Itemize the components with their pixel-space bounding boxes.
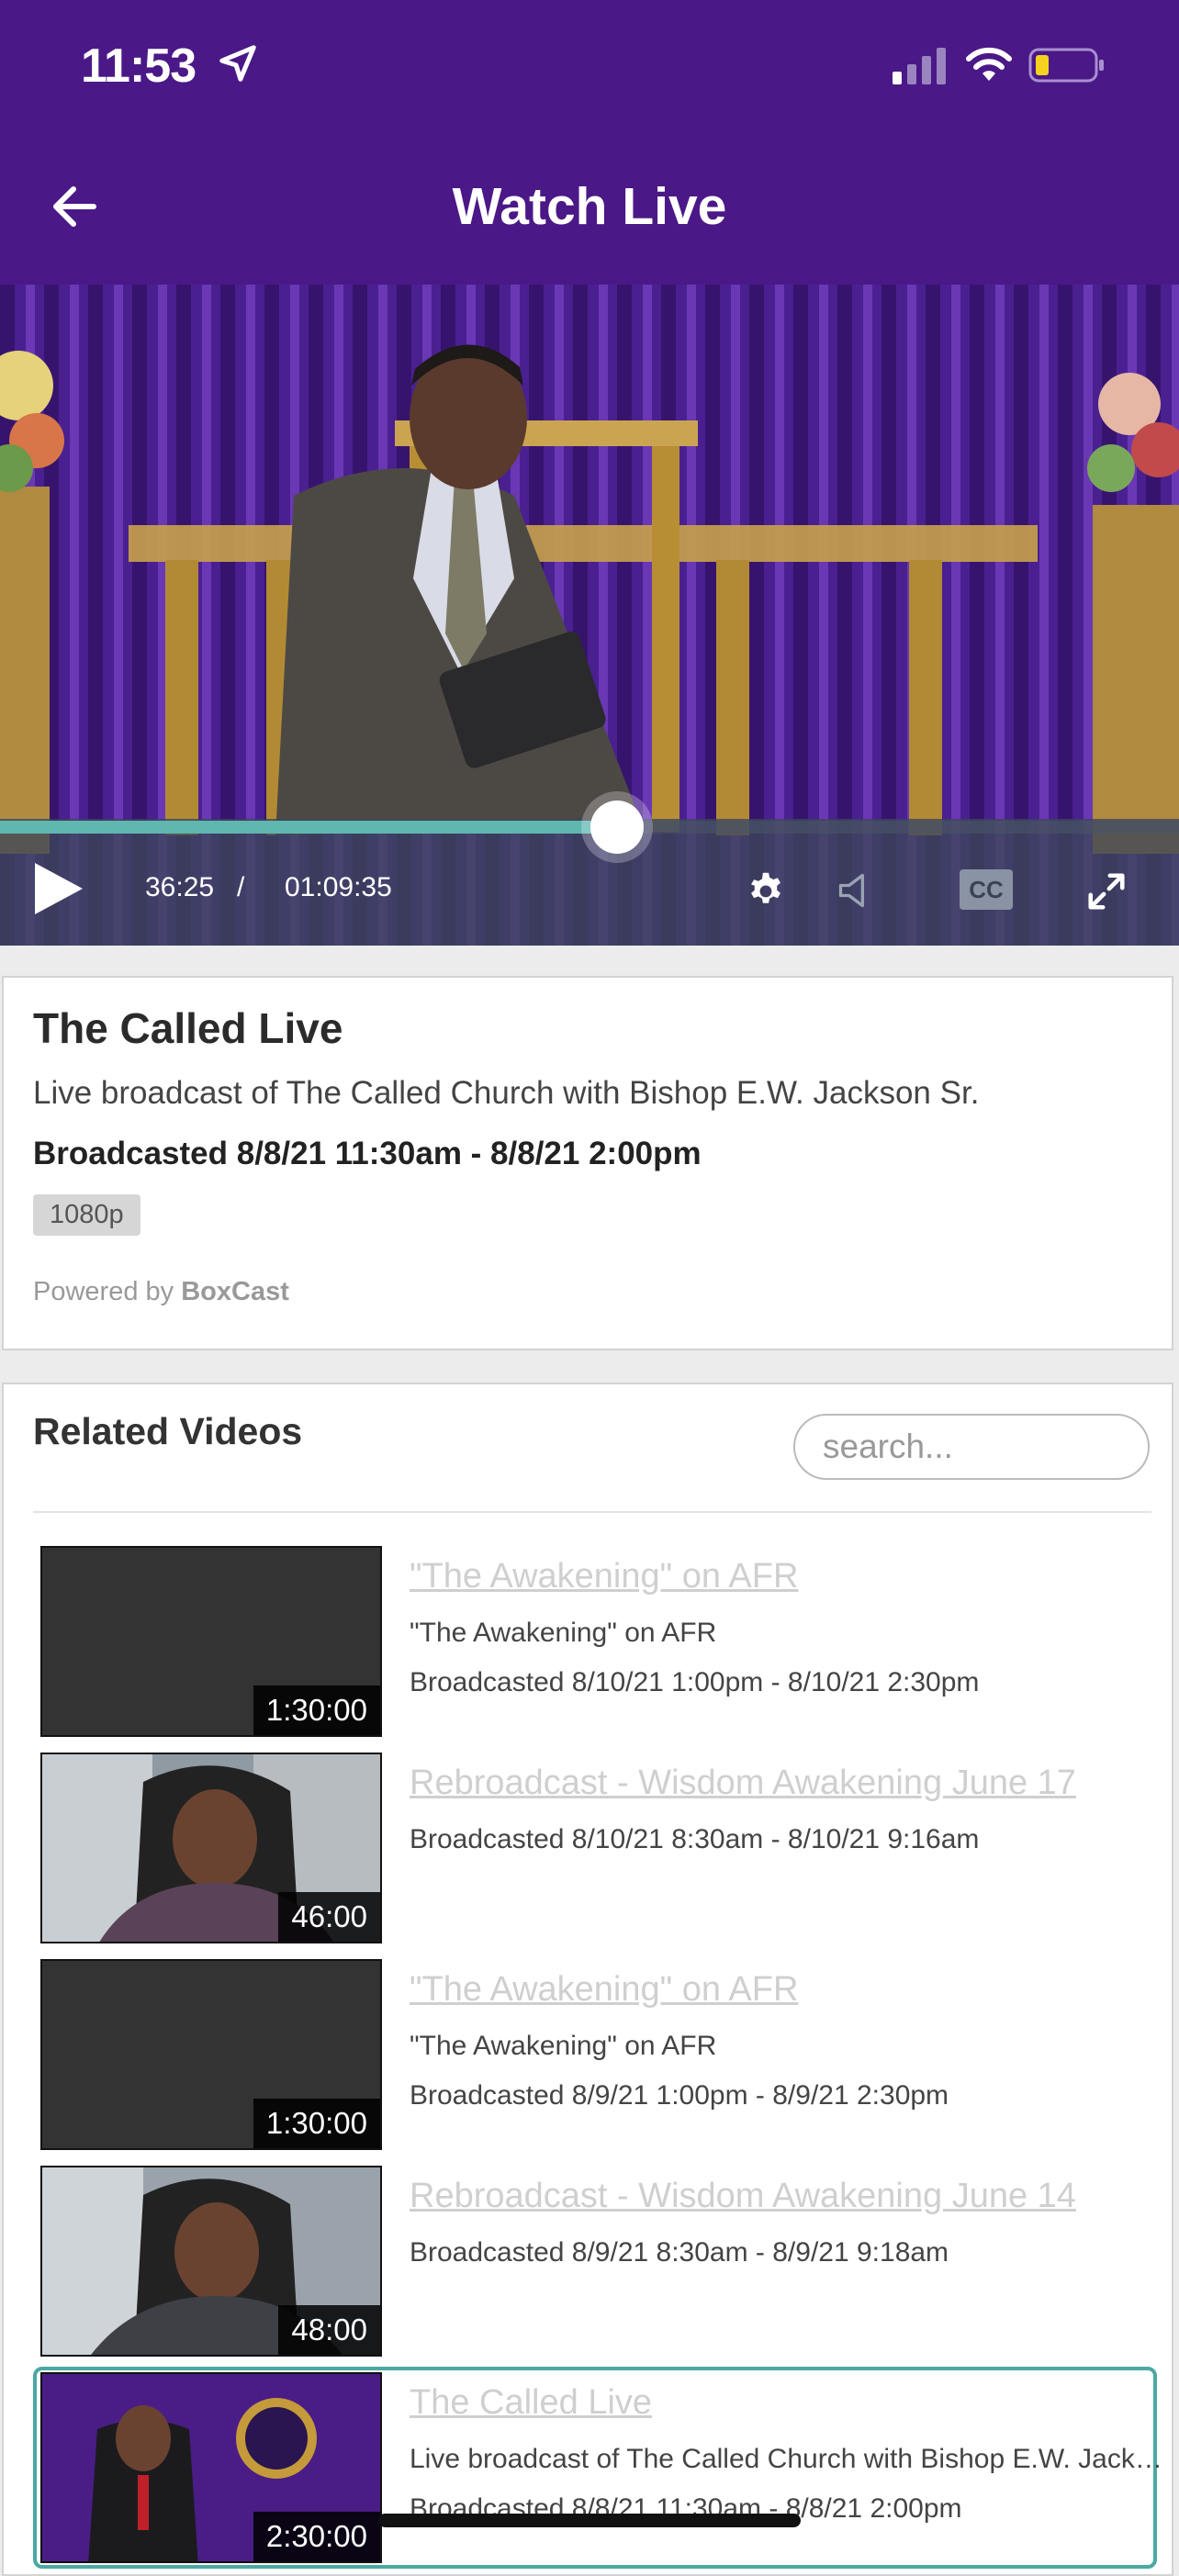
video-title-link[interactable]: "The Awakening" on AFR bbox=[410, 1970, 798, 2010]
duration-badge: 1:30:00 bbox=[253, 2099, 380, 2148]
video-title-link[interactable]: "The Awakening" on AFR bbox=[410, 1557, 798, 1596]
boxcast-link[interactable]: BoxCast bbox=[181, 1277, 289, 1306]
quality-badge: 1080p bbox=[33, 1194, 140, 1236]
broadcast-time: Broadcasted 8/8/21 11:30am - 8/8/21 2:00… bbox=[33, 1136, 702, 1171]
battery-low-icon bbox=[1028, 48, 1104, 83]
related-videos-title: Related Videos bbox=[33, 1410, 303, 1452]
powered-prefix: Powered by bbox=[33, 1277, 174, 1306]
video-subtitle: "The Awakening" on AFR bbox=[410, 2031, 717, 2061]
wifi-icon bbox=[966, 47, 1012, 81]
list-item[interactable]: 1:30:00 "The Awakening" on AFR "The Awak… bbox=[37, 1957, 1153, 2152]
duration-badge: 2:30:00 bbox=[253, 2512, 380, 2561]
page-title: Watch Live bbox=[452, 177, 727, 236]
video-thumbnail[interactable]: 46:00 bbox=[40, 1753, 382, 1943]
volume-icon[interactable] bbox=[836, 870, 876, 911]
list-item-active[interactable]: 2:30:00 The Called Live Live broadcast o… bbox=[33, 2367, 1162, 2569]
video-broadcast-time: Broadcasted 8/10/21 8:30am - 8/10/21 9:1… bbox=[410, 1824, 980, 1854]
video-subtitle: "The Awakening" on AFR bbox=[410, 1618, 717, 1648]
video-thumbnail[interactable]: 2:30:00 bbox=[40, 2372, 382, 2563]
video-broadcast-time: Broadcasted 8/10/21 1:00pm - 8/10/21 2:3… bbox=[410, 1667, 980, 1697]
closed-captions-icon[interactable]: CC bbox=[959, 868, 1014, 911]
status-time: 11:53 bbox=[81, 39, 196, 93]
duration-time: 01:09:35 bbox=[285, 872, 392, 902]
top-bar: 11:53 Watch Live bbox=[0, 0, 1179, 285]
video-thumbnail[interactable]: 1:30:00 bbox=[40, 1546, 382, 1737]
video-player[interactable]: 36:25 / 01:09:35 CC bbox=[0, 285, 1179, 946]
duration-badge: 46:00 bbox=[278, 1892, 380, 1942]
duration-badge: 48:00 bbox=[278, 2305, 380, 2355]
gear-icon[interactable] bbox=[746, 870, 786, 911]
video-thumbnail[interactable]: 48:00 bbox=[40, 2166, 382, 2357]
fullscreen-icon[interactable] bbox=[1085, 870, 1128, 913]
broadcast-description: Live broadcast of The Called Church with… bbox=[33, 1075, 980, 1111]
list-item[interactable]: 46:00 Rebroadcast - Wisdom Awakening Jun… bbox=[37, 1751, 1153, 1945]
video-broadcast-time: Broadcasted 8/9/21 8:30am - 8/9/21 9:18a… bbox=[410, 2237, 949, 2268]
related-videos-card: Related Videos 1:30:00 "The Awakening" o… bbox=[2, 1383, 1173, 2576]
video-subtitle: Live broadcast of The Called Church with… bbox=[410, 2444, 1162, 2474]
location-arrow-icon bbox=[219, 45, 256, 82]
cellular-signal-icon bbox=[893, 48, 946, 84]
divider bbox=[33, 1511, 1151, 1513]
progress-fill bbox=[0, 821, 617, 834]
list-item[interactable]: 1:30:00 "The Awakening" on AFR "The Awak… bbox=[37, 1544, 1153, 1739]
svg-text:CC: CC bbox=[969, 876, 1004, 903]
broadcast-title: The Called Live bbox=[33, 1004, 343, 1052]
video-thumbnail[interactable]: 1:30:00 bbox=[40, 1959, 382, 2150]
video-broadcast-time: Broadcasted 8/9/21 1:00pm - 8/9/21 2:30p… bbox=[410, 2080, 949, 2111]
video-title-link[interactable]: Rebroadcast - Wisdom Awakening June 17 bbox=[410, 1764, 1076, 1803]
home-indicator[interactable] bbox=[378, 2514, 801, 2527]
duration-badge: 1:30:00 bbox=[253, 1686, 380, 1735]
play-icon[interactable] bbox=[33, 861, 84, 916]
list-item[interactable]: 48:00 Rebroadcast - Wisdom Awakening Jun… bbox=[37, 2164, 1153, 2358]
broadcast-info-card: The Called Live Live broadcast of The Ca… bbox=[2, 976, 1173, 1350]
video-title-link[interactable]: The Called Live bbox=[410, 2383, 652, 2423]
progress-handle[interactable] bbox=[590, 801, 644, 854]
current-time: 36:25 bbox=[145, 872, 215, 902]
powered-by: Powered by BoxCast bbox=[33, 1277, 289, 1307]
search-input[interactable] bbox=[793, 1414, 1150, 1480]
time-separator: / bbox=[237, 872, 245, 902]
video-title-link[interactable]: Rebroadcast - Wisdom Awakening June 14 bbox=[410, 2177, 1076, 2216]
